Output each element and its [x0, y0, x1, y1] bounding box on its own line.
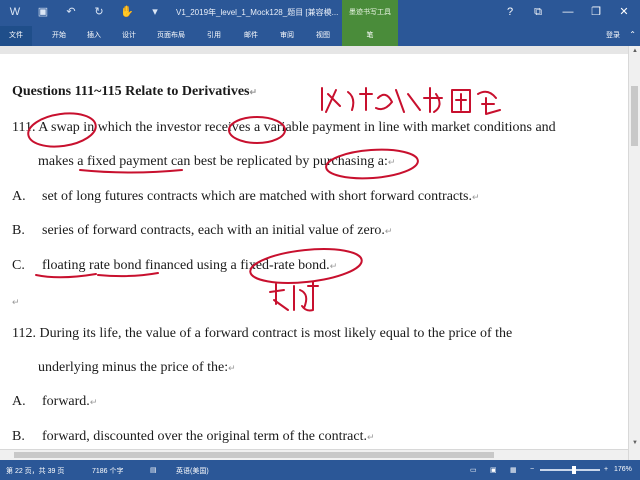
zoom-level[interactable]: 176% — [614, 466, 632, 473]
ink-underline-fixed-payment — [79, 169, 183, 174]
q111-option-c: C. floating rate bond financed using a fi… — [12, 258, 338, 273]
proofing-icon[interactable]: ▤ — [150, 466, 157, 474]
tab-file[interactable]: 文件 — [0, 26, 32, 46]
sign-in-link[interactable]: 登录 — [606, 30, 620, 40]
tab-review[interactable]: 审阅 — [280, 30, 294, 40]
ink-underline-floating — [35, 273, 97, 279]
customize-toolbar-icon[interactable]: ▾ — [148, 5, 162, 19]
status-bar: 第 22 页，共 39 页 7186 个字 ▤ 英语(美国) ▭ ▣ ▦ − +… — [0, 460, 640, 480]
word-count[interactable]: 7186 个字 — [92, 466, 124, 476]
scroll-down-icon[interactable]: ▼ — [629, 438, 640, 448]
q111-stem-line1: 111. A swap in which the investor receiv… — [12, 120, 556, 135]
tab-page-layout[interactable]: 页面布局 — [157, 30, 185, 40]
tab-view[interactable]: 视图 — [316, 30, 330, 40]
q112-stem-line1: 112. During its life, the value of a for… — [12, 326, 513, 341]
ink-handwriting-bottom — [269, 281, 319, 312]
tab-design[interactable]: 设计 — [122, 30, 136, 40]
zoom-slider-handle[interactable] — [572, 466, 576, 474]
scroll-up-icon[interactable]: ▲ — [629, 46, 640, 56]
section-heading: Questions 111~115 Relate to Derivatives↵ — [12, 84, 258, 99]
zoom-in-icon[interactable]: + — [604, 466, 608, 473]
q111-option-b: B. series of forward contracts, each with… — [12, 223, 393, 238]
empty-paragraph: ↵ — [12, 297, 20, 307]
q112-stem-line2: underlying minus the price of the:↵ — [38, 360, 236, 375]
title-bar: W ▣ ↶ ↻ ✋ ▾ V1_2019年_level_1_Mock128_题目 … — [0, 0, 640, 26]
vertical-scroll-thumb[interactable] — [631, 86, 638, 146]
zoom-slider[interactable] — [540, 469, 600, 471]
vertical-scrollbar[interactable]: ▲ ▼ — [628, 46, 640, 460]
tab-pen[interactable]: 笔 — [342, 26, 398, 46]
q111-stem-line2: makes a fixed payment can best be replic… — [38, 154, 396, 169]
help-icon[interactable]: ? — [502, 4, 518, 20]
tab-mailings[interactable]: 邮件 — [244, 30, 258, 40]
document-page[interactable]: Questions 111~115 Relate to Derivatives↵… — [0, 54, 628, 460]
close-button[interactable]: ✕ — [616, 4, 632, 20]
minimize-button[interactable]: — — [560, 4, 576, 20]
save-icon[interactable]: ▣ — [36, 5, 50, 19]
redo-icon[interactable]: ↻ — [92, 5, 106, 19]
ribbon-tab-bar: 文件 开始 插入 设计 页面布局 引用 邮件 审阅 视图 笔 — [0, 26, 640, 46]
q111-option-a: A. set of long futures contracts which ar… — [12, 189, 480, 204]
restore-button[interactable]: ❐ — [588, 4, 604, 20]
tab-references[interactable]: 引用 — [207, 30, 221, 40]
word-app-icon: W — [9, 6, 21, 18]
zoom-out-icon[interactable]: − — [530, 466, 534, 473]
touch-mode-icon[interactable]: ✋ — [120, 5, 134, 19]
horizontal-scroll-thumb[interactable] — [14, 452, 494, 458]
collapse-ribbon-icon[interactable]: ⌃ — [629, 30, 636, 39]
tab-insert[interactable]: 插入 — [87, 30, 101, 40]
horizontal-scrollbar[interactable] — [0, 449, 628, 460]
read-mode-icon[interactable]: ▭ — [470, 466, 477, 474]
document-title: V1_2019年_level_1_Mock128_题目 [兼容模... — [176, 8, 339, 17]
q112-option-a: A. forward.↵ — [12, 394, 98, 409]
undo-icon[interactable]: ↶ — [64, 5, 78, 19]
tab-home[interactable]: 开始 — [52, 30, 66, 40]
page-count[interactable]: 第 22 页，共 39 页 — [6, 466, 64, 476]
q112-option-b: B. forward, discounted over the original … — [12, 429, 375, 444]
print-layout-icon[interactable]: ▣ — [490, 466, 497, 474]
web-layout-icon[interactable]: ▦ — [510, 466, 517, 474]
language-indicator[interactable]: 英语(美国) — [176, 466, 209, 476]
ink-tools-context-title: 墨迹书写工具 — [342, 0, 398, 26]
ink-handwriting-top — [321, 87, 501, 115]
ribbon-display-options-icon[interactable]: ⧉ — [530, 4, 546, 20]
